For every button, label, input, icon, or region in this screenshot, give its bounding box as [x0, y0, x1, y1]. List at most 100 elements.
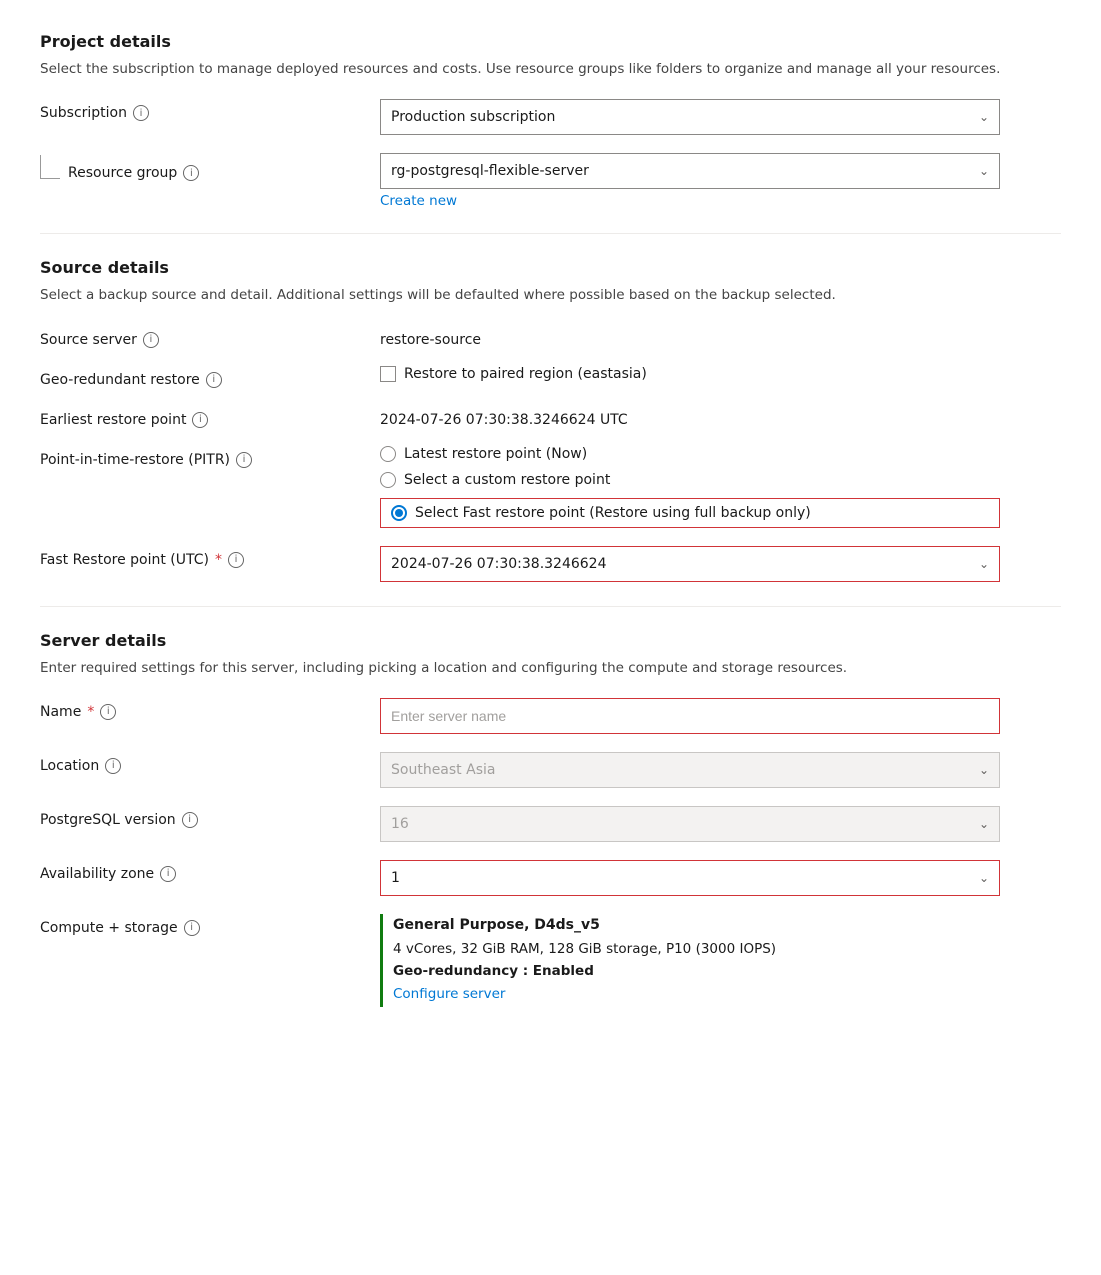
- name-required: *: [87, 704, 94, 720]
- resource-group-value: rg-postgresql-flexible-server: [391, 163, 589, 179]
- source-details-title: Source details: [40, 258, 1061, 277]
- location-value: Southeast Asia: [391, 762, 495, 778]
- source-server-info-icon[interactable]: i: [143, 332, 159, 348]
- fast-restore-row: Fast Restore point (UTC) * i 2024-07-26 …: [40, 546, 1061, 582]
- location-control: Southeast Asia ⌄: [380, 752, 1000, 788]
- location-info-icon[interactable]: i: [105, 758, 121, 774]
- resource-group-control: rg-postgresql-flexible-server ⌄ Create n…: [380, 153, 1000, 209]
- location-chevron-icon: ⌄: [979, 763, 989, 777]
- server-details-desc: Enter required settings for this server,…: [40, 658, 1061, 678]
- compute-storage-box: General Purpose, D4ds_v5 4 vCores, 32 Gi…: [380, 914, 1000, 1007]
- availability-zone-dropdown[interactable]: 1 ⌄: [380, 860, 1000, 896]
- fast-restore-chevron-icon: ⌄: [979, 557, 989, 571]
- postgresql-version-dropdown[interactable]: 16 ⌄: [380, 806, 1000, 842]
- source-details-section: Source details Select a backup source an…: [40, 258, 1061, 581]
- resource-group-info-icon[interactable]: i: [183, 165, 199, 181]
- subscription-info-icon[interactable]: i: [133, 105, 149, 121]
- radio-custom-circle[interactable]: [380, 472, 396, 488]
- fast-restore-required: *: [215, 552, 222, 568]
- earliest-restore-row: Earliest restore point i 2024-07-26 07:3…: [40, 406, 1061, 428]
- radio-latest-label: Latest restore point (Now): [404, 446, 587, 462]
- availability-zone-control: 1 ⌄: [380, 860, 1000, 896]
- server-details-title: Server details: [40, 631, 1061, 650]
- location-row: Location i Southeast Asia ⌄: [40, 752, 1061, 788]
- geo-redundant-checkbox-row: Restore to paired region (eastasia): [380, 366, 1000, 382]
- postgresql-version-label: PostgreSQL version i: [40, 806, 380, 828]
- compute-title: General Purpose, D4ds_v5: [393, 914, 1000, 938]
- source-server-row: Source server i restore-source: [40, 326, 1061, 348]
- availability-zone-label: Availability zone i: [40, 860, 380, 882]
- availability-zone-chevron-icon: ⌄: [979, 871, 989, 885]
- project-details-section: Project details Select the subscription …: [40, 32, 1061, 209]
- subscription-control: Production subscription ⌄: [380, 99, 1000, 135]
- earliest-restore-control: 2024-07-26 07:30:38.3246624 UTC: [380, 406, 1000, 428]
- postgresql-version-info-icon[interactable]: i: [182, 812, 198, 828]
- fast-restore-label: Fast Restore point (UTC) * i: [40, 546, 380, 568]
- pitr-radio-group: Latest restore point (Now) Select a cust…: [380, 446, 1000, 528]
- geo-redundant-label: Geo-redundant restore i: [40, 366, 380, 388]
- pitr-info-icon[interactable]: i: [236, 452, 252, 468]
- earliest-restore-info-icon[interactable]: i: [192, 412, 208, 428]
- postgresql-version-chevron-icon: ⌄: [979, 817, 989, 831]
- compute-storage-row: Compute + storage i General Purpose, D4d…: [40, 914, 1061, 1007]
- postgresql-version-control: 16 ⌄: [380, 806, 1000, 842]
- availability-zone-value: 1: [391, 870, 400, 886]
- name-info-icon[interactable]: i: [100, 704, 116, 720]
- project-details-desc: Select the subscription to manage deploy…: [40, 59, 1061, 79]
- subscription-value: Production subscription: [391, 109, 555, 125]
- resource-group-row: Resource group i rg-postgresql-flexible-…: [40, 153, 1061, 209]
- postgresql-version-value: 16: [391, 816, 409, 832]
- source-server-control: restore-source: [380, 326, 1000, 348]
- fast-restore-dropdown[interactable]: 2024-07-26 07:30:38.3246624 ⌄: [380, 546, 1000, 582]
- divider-2: [40, 606, 1061, 607]
- location-label: Location i: [40, 752, 380, 774]
- resource-group-dropdown[interactable]: rg-postgresql-flexible-server ⌄: [380, 153, 1000, 189]
- radio-custom-label: Select a custom restore point: [404, 472, 610, 488]
- geo-redundant-info-icon[interactable]: i: [206, 372, 222, 388]
- geo-redundant-checkbox[interactable]: [380, 366, 396, 382]
- subscription-row: Subscription i Production subscription ⌄: [40, 99, 1061, 135]
- geo-redundant-checkbox-label: Restore to paired region (eastasia): [404, 366, 647, 382]
- project-details-title: Project details: [40, 32, 1061, 51]
- fast-restore-control: 2024-07-26 07:30:38.3246624 ⌄: [380, 546, 1000, 582]
- earliest-restore-label: Earliest restore point i: [40, 406, 380, 428]
- radio-latest-row[interactable]: Latest restore point (Now): [380, 446, 1000, 462]
- compute-storage-label: Compute + storage i: [40, 914, 380, 936]
- divider-1: [40, 233, 1061, 234]
- compute-detail: 4 vCores, 32 GiB RAM, 128 GiB storage, P…: [393, 938, 1000, 961]
- l-shape-connector: [40, 155, 60, 179]
- radio-custom-row[interactable]: Select a custom restore point: [380, 472, 1000, 488]
- pitr-row: Point-in-time-restore (PITR) i Latest re…: [40, 446, 1061, 528]
- source-details-desc: Select a backup source and detail. Addit…: [40, 285, 1061, 305]
- pitr-label: Point-in-time-restore (PITR) i: [40, 446, 380, 468]
- create-new-link[interactable]: Create new: [380, 193, 457, 209]
- configure-server-link[interactable]: Configure server: [393, 986, 505, 1002]
- postgresql-version-row: PostgreSQL version i 16 ⌄: [40, 806, 1061, 842]
- resource-group-chevron-icon: ⌄: [979, 164, 989, 178]
- compute-storage-control: General Purpose, D4ds_v5 4 vCores, 32 Gi…: [380, 914, 1000, 1007]
- name-input[interactable]: [380, 698, 1000, 734]
- subscription-chevron-icon: ⌄: [979, 110, 989, 124]
- compute-storage-info-icon[interactable]: i: [184, 920, 200, 936]
- availability-zone-info-icon[interactable]: i: [160, 866, 176, 882]
- radio-fast-circle[interactable]: [391, 505, 407, 521]
- location-dropdown[interactable]: Southeast Asia ⌄: [380, 752, 1000, 788]
- subscription-label: Subscription i: [40, 99, 380, 121]
- subscription-dropdown[interactable]: Production subscription ⌄: [380, 99, 1000, 135]
- fast-restore-info-icon[interactable]: i: [228, 552, 244, 568]
- server-details-section: Server details Enter required settings f…: [40, 631, 1061, 1008]
- name-label: Name * i: [40, 698, 380, 720]
- resource-group-label: Resource group i: [40, 153, 380, 181]
- earliest-restore-value: 2024-07-26 07:30:38.3246624 UTC: [380, 406, 1000, 428]
- availability-zone-row: Availability zone i 1 ⌄: [40, 860, 1061, 896]
- radio-fast-label: Select Fast restore point (Restore using…: [415, 505, 811, 521]
- fast-restore-value: 2024-07-26 07:30:38.3246624: [391, 556, 607, 572]
- geo-redundancy-label: Geo-redundancy : Enabled: [393, 960, 1000, 983]
- geo-redundant-control: Restore to paired region (eastasia): [380, 366, 1000, 382]
- geo-redundant-row: Geo-redundant restore i Restore to paire…: [40, 366, 1061, 388]
- name-row: Name * i: [40, 698, 1061, 734]
- radio-latest-circle[interactable]: [380, 446, 396, 462]
- radio-fast-row[interactable]: Select Fast restore point (Restore using…: [380, 498, 1000, 528]
- pitr-control: Latest restore point (Now) Select a cust…: [380, 446, 1000, 528]
- source-server-label: Source server i: [40, 326, 380, 348]
